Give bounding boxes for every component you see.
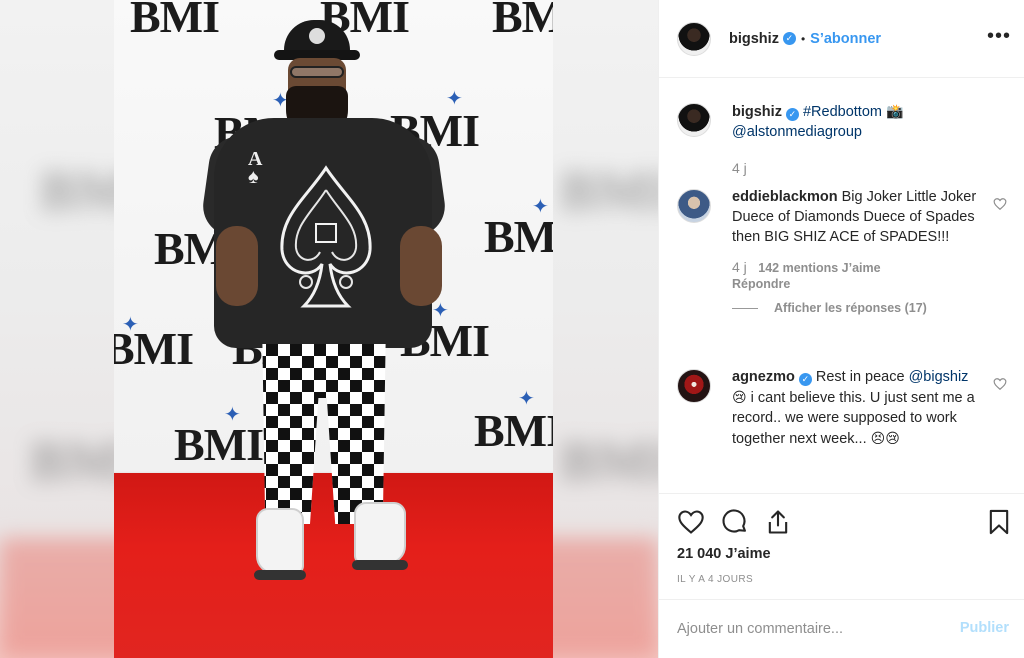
person-figure: A ♠ — [199, 14, 454, 584]
comment-username[interactable]: bigshiz — [732, 104, 782, 120]
post-photo[interactable]: BMI BMI BMI BMI BMI BMI BMI BMI BMI BMI … — [114, 0, 553, 658]
left-sneaker — [256, 508, 304, 574]
backdrop-logo: BMI — [474, 405, 553, 456]
comment-item: agnezmo ✓ Rest in peace @bigshiz 😢 i cant… — [677, 367, 1007, 449]
share-icon[interactable] — [764, 508, 792, 536]
left-sole — [254, 570, 306, 580]
publish-button[interactable]: Publier — [960, 620, 1009, 636]
avatar[interactable] — [677, 103, 711, 137]
hashtag-link[interactable]: #Redbottom — [803, 104, 882, 120]
comment-likes[interactable]: 142 mentions J’aime — [758, 261, 880, 275]
comment-time[interactable]: 4 j — [732, 259, 747, 275]
post-header: bigshiz ✓ • S’abonner ••• — [659, 0, 1024, 78]
comment-username[interactable]: eddieblackmon — [732, 189, 838, 205]
avatar[interactable] — [677, 21, 711, 56]
comment-text: agnezmo ✓ Rest in peace @bigshiz 😢 i cant… — [732, 367, 980, 449]
backdrop-logo: BMI — [130, 0, 220, 42]
caption-text: bigshiz ✓ #Redbottom 📸 @alstonmediagroup — [732, 101, 980, 142]
separator-dot: • — [800, 31, 806, 46]
right-sole — [352, 560, 408, 570]
avatar[interactable] — [677, 189, 711, 223]
comment-username[interactable]: agnezmo — [732, 369, 795, 385]
mention-link[interactable]: @bigshiz — [909, 369, 969, 385]
blurred-brand-text: BMI — [560, 161, 658, 223]
star-icon: ✦ — [532, 196, 549, 218]
mention-link[interactable]: @alstonmediagroup — [732, 124, 862, 140]
camera-emoji: 📸 — [886, 103, 904, 119]
checkered-pants — [262, 344, 386, 524]
comment-meta: 4 j — [732, 160, 1007, 176]
comment-time[interactable]: 4 j — [732, 160, 747, 176]
comment-content: i cant believe this. U just sent me a re… — [732, 390, 975, 447]
post-media-area: BMI BMI BMI BMI BMI BMI BMI BMI BMI BMI … — [0, 0, 658, 658]
right-sneaker — [354, 502, 406, 564]
cap-logo — [309, 28, 325, 44]
spade-graphic — [280, 165, 372, 308]
avatar[interactable] — [677, 369, 711, 403]
bookmark-icon[interactable] — [985, 508, 1013, 536]
post-date[interactable]: IL Y A 4 JOURS — [677, 574, 753, 585]
backdrop-logo: BMI — [492, 0, 553, 42]
post-side-panel: bigshiz ✓ • S’abonner ••• bigshiz ✓ #Redb… — [658, 0, 1024, 658]
post-author-username[interactable]: bigshiz — [729, 31, 779, 47]
comment-icon[interactable] — [721, 508, 749, 536]
heart-icon[interactable] — [993, 377, 1007, 391]
comment-meta: 4 j 142 mentions J’aime — [732, 259, 1007, 275]
more-icon[interactable]: ••• — [987, 26, 1011, 46]
comment-input[interactable] — [677, 621, 937, 637]
follow-button[interactable]: S’abonner — [810, 31, 881, 47]
star-icon: ✦ — [518, 388, 535, 410]
post-actions: 21 040 J’aime IL Y A 4 JOURS — [659, 493, 1024, 599]
caption: bigshiz ✓ #Redbottom 📸 @alstonmediagroup … — [677, 101, 1007, 176]
comment-item: eddieblackmon Big Joker Little Joker Due… — [677, 187, 1007, 315]
right-arm — [400, 226, 442, 306]
glasses — [290, 66, 344, 78]
view-replies-label: Afficher les réponses (17) — [774, 301, 927, 315]
heart-icon[interactable] — [677, 508, 705, 536]
view-replies-button[interactable]: Afficher les réponses (17) — [732, 301, 1007, 315]
like-count[interactable]: 21 040 J’aime — [677, 546, 771, 562]
crying-emoji: 😢 — [732, 389, 747, 405]
blurred-brand-text: BMI — [560, 431, 658, 493]
divider-line — [732, 307, 758, 309]
verified-icon: ✓ — [785, 108, 799, 121]
comments-list[interactable]: bigshiz ✓ #Redbottom 📸 @alstonmediagroup … — [659, 79, 1024, 493]
verified-icon: ✓ — [798, 373, 812, 386]
comment-text: eddieblackmon Big Joker Little Joker Due… — [732, 187, 980, 247]
star-icon: ✦ — [122, 314, 139, 336]
comment-content: Rest in peace — [815, 369, 905, 385]
sad-emoji: 😣😢 — [870, 430, 900, 446]
verified-icon: ✓ — [782, 32, 796, 45]
heart-icon[interactable] — [993, 197, 1007, 211]
left-arm — [216, 226, 258, 306]
add-comment-bar: Publier — [659, 599, 1024, 658]
reply-button[interactable]: Répondre — [732, 277, 1007, 291]
card-rank-text: A ♠ — [248, 148, 263, 188]
